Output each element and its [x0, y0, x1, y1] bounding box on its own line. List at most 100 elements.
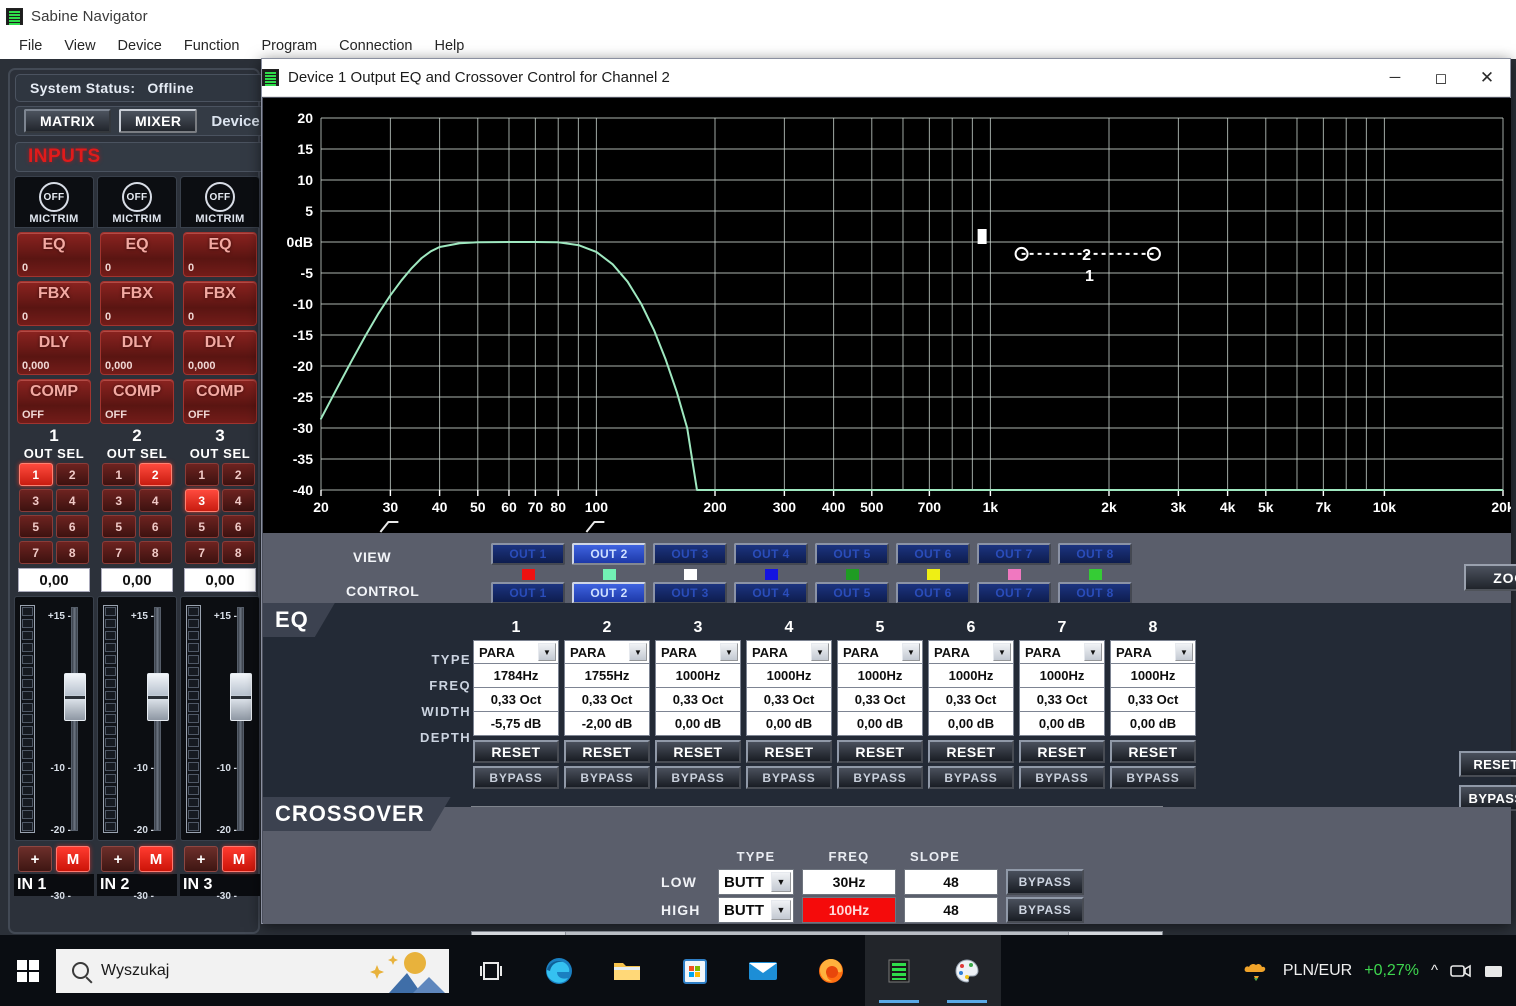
eq-depth-value-8[interactable]: 0,00 dB: [1110, 712, 1196, 736]
control-out-button-1[interactable]: OUT 1: [491, 582, 565, 604]
menu-device[interactable]: Device: [107, 36, 173, 56]
control-out-button-5[interactable]: OUT 5: [815, 582, 889, 604]
chevron-down-icon[interactable]: ▼: [1084, 643, 1102, 661]
out-sel-key-8[interactable]: 8: [55, 541, 89, 564]
out-sel-key-4[interactable]: 4: [55, 489, 89, 512]
eq-reset-button-6[interactable]: RESET: [928, 740, 1014, 763]
maximize-icon[interactable]: ◻: [1418, 59, 1464, 97]
eq-bypass-button-8[interactable]: BYPASS: [1110, 766, 1196, 789]
close-icon[interactable]: ✕: [1464, 59, 1510, 97]
channel-block-eq[interactable]: EQ 0: [17, 232, 91, 277]
channel-block-fbx[interactable]: FBX 0: [183, 281, 257, 326]
out-sel-key-7[interactable]: 7: [102, 541, 136, 564]
eq-freq-value-1[interactable]: 1784Hz: [473, 664, 559, 688]
control-out-button-2[interactable]: OUT 2: [572, 582, 646, 604]
eq-depth-value-5[interactable]: 0,00 dB: [837, 712, 923, 736]
mictrim-knob[interactable]: OFF: [205, 182, 235, 212]
mictrim-knob[interactable]: OFF: [122, 182, 152, 212]
zoom-in-button[interactable]: ZOOM IN: [1464, 564, 1516, 591]
out-sel-key-5[interactable]: 5: [185, 515, 219, 538]
mictrim-knob[interactable]: OFF: [39, 182, 69, 212]
menu-help[interactable]: Help: [423, 36, 475, 56]
channel-block-dly[interactable]: DLY 0,000: [183, 330, 257, 375]
out-sel-key-2[interactable]: 2: [138, 463, 172, 486]
eq-reset-button-7[interactable]: RESET: [1019, 740, 1105, 763]
chevron-down-icon[interactable]: ▼: [771, 872, 791, 892]
eq-width-value-8[interactable]: 0,33 Oct: [1110, 688, 1196, 712]
control-out-button-3[interactable]: OUT 3: [653, 582, 727, 604]
crossover-bypass-button-low[interactable]: BYPASS: [1006, 869, 1084, 895]
reset-all-button[interactable]: RESET ALL: [1459, 751, 1516, 777]
channel-block-dly[interactable]: DLY 0,000: [17, 330, 91, 375]
eq-reset-button-4[interactable]: RESET: [746, 740, 832, 763]
edge-icon[interactable]: [525, 935, 593, 1006]
out-sel-key-5[interactable]: 5: [19, 515, 53, 538]
channel-mute-button[interactable]: M: [222, 846, 256, 872]
weather-icon[interactable]: [1241, 956, 1271, 986]
dialog-titlebar[interactable]: Device 1 Output EQ and Crossover Control…: [262, 59, 1510, 97]
out-sel-key-3[interactable]: 3: [102, 489, 136, 512]
menu-file[interactable]: File: [8, 36, 53, 56]
menu-function[interactable]: Function: [173, 36, 251, 56]
out-sel-key-1[interactable]: 1: [102, 463, 136, 486]
out-sel-key-1[interactable]: 1: [19, 463, 53, 486]
eq-bypass-button-6[interactable]: BYPASS: [928, 766, 1014, 789]
view-out-button-6[interactable]: OUT 6: [896, 543, 970, 565]
eq-reset-button-3[interactable]: RESET: [655, 740, 741, 763]
eq-reset-button-2[interactable]: RESET: [564, 740, 650, 763]
firefox-icon[interactable]: [797, 935, 865, 1006]
out-sel-key-6[interactable]: 6: [55, 515, 89, 538]
eq-type-select-2[interactable]: PARA ▼: [564, 640, 650, 664]
chevron-down-icon[interactable]: ▼: [720, 643, 738, 661]
eq-bypass-button-2[interactable]: BYPASS: [564, 766, 650, 789]
eq-freq-value-6[interactable]: 1000Hz: [928, 664, 1014, 688]
eq-freq-value-3[interactable]: 1000Hz: [655, 664, 741, 688]
channel-block-fbx[interactable]: FBX 0: [100, 281, 174, 326]
channel-gain-value[interactable]: 0,00: [101, 568, 173, 592]
channel-gain-value[interactable]: 0,00: [18, 568, 90, 592]
menu-view[interactable]: View: [53, 36, 106, 56]
cursor-handle[interactable]: [977, 229, 987, 244]
file-explorer-icon[interactable]: [593, 935, 661, 1006]
eq-width-value-6[interactable]: 0,33 Oct: [928, 688, 1014, 712]
control-out-button-8[interactable]: OUT 8: [1058, 582, 1132, 604]
chevron-down-icon[interactable]: ▼: [1175, 643, 1193, 661]
view-out-button-7[interactable]: OUT 7: [977, 543, 1051, 565]
eq-width-value-3[interactable]: 0,33 Oct: [655, 688, 741, 712]
out-sel-key-2[interactable]: 2: [221, 463, 255, 486]
out-sel-key-3[interactable]: 3: [19, 489, 53, 512]
view-out-button-1[interactable]: OUT 1: [491, 543, 565, 565]
eq-reset-button-1[interactable]: RESET: [473, 740, 559, 763]
ticker-label[interactable]: PLN/EUR: [1283, 962, 1352, 980]
eq-freq-value-7[interactable]: 1000Hz: [1019, 664, 1105, 688]
channel-block-comp[interactable]: COMP OFF: [183, 379, 257, 424]
search-input[interactable]: Wyszukaj: [56, 948, 449, 993]
microsoft-store-icon[interactable]: [661, 935, 729, 1006]
crossover-freq-value-low[interactable]: 30Hz: [802, 869, 896, 895]
fader-handle[interactable]: [230, 673, 252, 721]
sabine-navigator-icon[interactable]: [865, 935, 933, 1006]
eq-depth-value-4[interactable]: 0,00 dB: [746, 712, 832, 736]
channel-mute-button[interactable]: M: [139, 846, 173, 872]
view-out-button-2[interactable]: OUT 2: [572, 543, 646, 565]
eq-depth-value-3[interactable]: 0,00 dB: [655, 712, 741, 736]
eq-width-value-2[interactable]: 0,33 Oct: [564, 688, 650, 712]
view-out-button-8[interactable]: OUT 8: [1058, 543, 1132, 565]
eq-bypass-button-4[interactable]: BYPASS: [746, 766, 832, 789]
out-sel-key-8[interactable]: 8: [138, 541, 172, 564]
out-sel-key-6[interactable]: 6: [138, 515, 172, 538]
crossover-slope-value-high[interactable]: 48: [904, 897, 998, 923]
minimize-icon[interactable]: ─: [1372, 59, 1418, 97]
eq-width-value-5[interactable]: 0,33 Oct: [837, 688, 923, 712]
out-sel-key-7[interactable]: 7: [19, 541, 53, 564]
eq-width-value-4[interactable]: 0,33 Oct: [746, 688, 832, 712]
eq-reset-button-5[interactable]: RESET: [837, 740, 923, 763]
eq-type-select-5[interactable]: PARA ▼: [837, 640, 923, 664]
channel-add-button[interactable]: +: [18, 846, 52, 872]
eq-depth-value-6[interactable]: 0,00 dB: [928, 712, 1014, 736]
channel-add-button[interactable]: +: [101, 846, 135, 872]
eq-type-select-6[interactable]: PARA ▼: [928, 640, 1014, 664]
chevron-down-icon[interactable]: ▼: [771, 900, 791, 920]
crossover-type-select-low[interactable]: BUTT ▼: [718, 869, 794, 895]
paint-icon[interactable]: [933, 935, 1001, 1006]
